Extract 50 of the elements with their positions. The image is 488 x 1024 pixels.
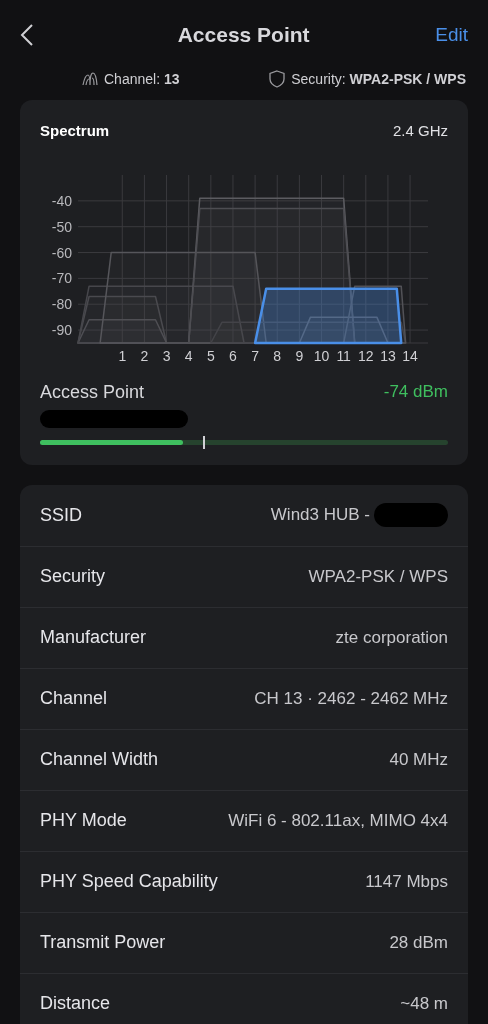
channel-label: 13 xyxy=(380,347,396,363)
channel-label: 1 xyxy=(118,347,127,363)
detail-value: WPA2-PSK / WPS xyxy=(308,565,448,588)
channel-label: 10 xyxy=(313,347,330,363)
channel-label: 2 xyxy=(140,347,149,363)
edit-button[interactable]: Edit xyxy=(435,20,468,50)
summary-text: Security: WPA2-PSK / WPS xyxy=(291,69,466,89)
detail-label: Channel xyxy=(40,687,108,710)
detail-label: PHY Speed Capability xyxy=(40,870,218,893)
shield-icon xyxy=(269,70,286,88)
band-label: 2.4 GHz xyxy=(392,121,448,141)
chevron-left-icon xyxy=(20,23,34,47)
meter-marker xyxy=(203,435,206,449)
detail-value: 40 MHz xyxy=(389,748,448,771)
y-axis-label: -60 xyxy=(51,244,72,261)
channel-label: 12 xyxy=(358,347,374,363)
channel-label: 4 xyxy=(184,347,193,363)
channel-label: 11 xyxy=(336,347,351,363)
channel-label: 8 xyxy=(273,347,282,363)
y-axis-label: -80 xyxy=(51,295,72,312)
channel-label: 5 xyxy=(206,347,215,363)
detail-label: SSID xyxy=(40,503,82,527)
y-axis-label: -90 xyxy=(51,321,72,338)
card-title: Spectrum xyxy=(40,121,110,141)
detail-label: Manufacturer xyxy=(40,626,147,649)
detail-value: Wind3 HUB - xyxy=(270,504,370,527)
detail-value: ~48 m xyxy=(400,992,448,1015)
detail-value: CH 13 · 2462 - 2462 MHz xyxy=(254,687,448,710)
channel-label: 9 xyxy=(295,347,304,363)
y-axis-label: -50 xyxy=(51,218,72,235)
channel-label: 3 xyxy=(162,347,171,363)
antenna-icon xyxy=(82,72,98,86)
detail-label: Transmit Power xyxy=(40,931,166,954)
detail-label: Distance xyxy=(40,992,111,1015)
detail-value: zte corporation xyxy=(335,626,448,649)
detail-value: WiFi 6 - 802.11ax, MIMO 4x4 xyxy=(228,809,448,832)
channel-label: 6 xyxy=(229,347,237,363)
detail-label: Security xyxy=(40,565,106,588)
summary-text: Channel: 13 xyxy=(104,69,180,89)
channel-label: 14 xyxy=(402,347,418,363)
signal-reading: -74 dBm xyxy=(383,381,448,404)
channel-label: 7 xyxy=(251,347,259,363)
y-axis-label: -40 xyxy=(51,192,72,209)
page-title: Access Point xyxy=(177,22,310,49)
detail-value: 1147 Mbps xyxy=(365,870,448,893)
detail-label: PHY Mode xyxy=(40,809,127,832)
detail-value: 28 dBm xyxy=(389,931,448,954)
detail-label: Channel Width xyxy=(40,748,159,771)
network-label: Access Point xyxy=(40,380,145,404)
y-axis-label: -70 xyxy=(51,269,72,286)
